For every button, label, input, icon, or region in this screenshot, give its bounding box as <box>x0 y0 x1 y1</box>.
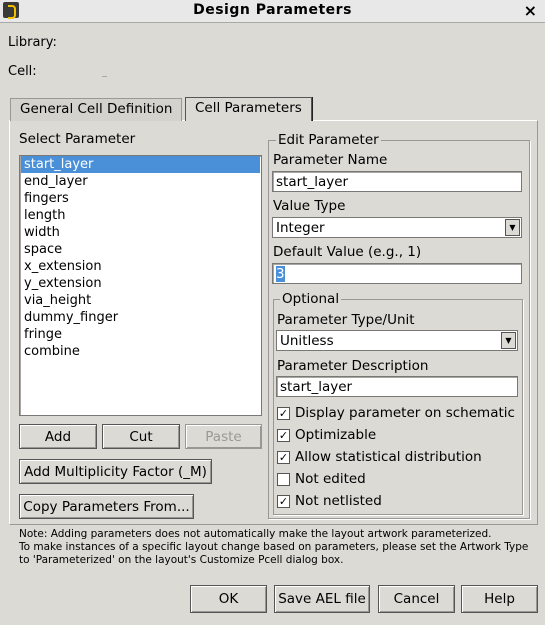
title-bar[interactable]: Design Parameters × <box>0 0 545 23</box>
list-item[interactable]: dummy_finger <box>21 309 260 326</box>
optimizable-checkbox[interactable]: ✓ Optimizable <box>277 427 517 444</box>
list-item[interactable]: length <box>21 207 260 224</box>
note-line: To make instances of a specific layout c… <box>19 541 529 553</box>
add-multiplicity-button[interactable]: Add Multiplicity Factor (_M) <box>19 459 212 484</box>
list-item[interactable]: y_extension <box>21 275 260 292</box>
not-netlisted-checkbox[interactable]: ✓ Not netlisted <box>277 493 517 510</box>
select-parameter-heading: Select Parameter <box>19 131 136 147</box>
value-type-value: Integer <box>276 220 325 236</box>
default-value-text: 3 <box>276 266 285 282</box>
parameter-name-field[interactable]: start_layer <box>272 171 522 192</box>
list-item[interactable]: start_layer <box>21 156 260 173</box>
library-label: Library: <box>8 35 57 50</box>
note-line: to 'Parameterized' on the layout's Custo… <box>19 554 344 566</box>
tab-cell-parameters[interactable]: Cell Parameters <box>185 97 312 121</box>
checkmark-icon[interactable]: ✓ <box>277 495 290 508</box>
paste-button[interactable]: Paste <box>185 424 262 449</box>
cell-label: Cell: <box>8 64 37 79</box>
display-on-schematic-checkbox[interactable]: ✓ Display parameter on schematic <box>277 405 517 422</box>
parameter-description-label: Parameter Description <box>277 358 429 374</box>
list-item[interactable]: via_height <box>21 292 260 309</box>
default-value-label: Default Value (e.g., 1) <box>273 244 422 260</box>
edit-parameter-legend: Edit Parameter <box>276 132 381 148</box>
parameter-description-field[interactable]: start_layer <box>276 376 518 397</box>
note-line: Note: Adding parameters does not automat… <box>19 528 492 540</box>
default-value-field[interactable]: 3 <box>272 263 522 284</box>
cancel-button[interactable]: Cancel <box>378 585 455 613</box>
parameter-list[interactable]: start_layer end_layer fingers length wid… <box>19 155 262 416</box>
not-edited-checkbox[interactable]: Not edited <box>277 471 517 488</box>
checkmark-icon[interactable]: ✓ <box>277 407 290 420</box>
optional-legend: Optional <box>280 291 342 307</box>
list-item[interactable]: x_extension <box>21 258 260 275</box>
copy-parameters-button[interactable]: Copy Parameters From... <box>19 494 194 519</box>
allow-statistical-distribution-checkbox[interactable]: ✓ Allow statistical distribution <box>277 449 517 466</box>
chevron-down-icon[interactable]: ▼ <box>505 219 520 236</box>
chevron-down-icon[interactable]: ▼ <box>501 332 516 349</box>
close-icon[interactable]: × <box>524 1 537 20</box>
list-item[interactable]: fringe <box>21 326 260 343</box>
checkmark-icon[interactable]: ✓ <box>277 451 290 464</box>
parameter-type-unit-value: Unitless <box>280 333 334 349</box>
list-item[interactable]: fingers <box>21 190 260 207</box>
value-type-select[interactable]: Integer ▼ <box>272 217 522 238</box>
add-button[interactable]: Add <box>19 424 97 449</box>
list-item[interactable]: end_layer <box>21 173 260 190</box>
checkbox-label: Not netlisted <box>295 493 382 509</box>
parameter-name-label: Parameter Name <box>273 152 388 168</box>
checkbox-label: Allow statistical distribution <box>295 449 482 465</box>
parameter-type-unit-label: Parameter Type/Unit <box>277 312 415 328</box>
parameter-type-unit-select[interactable]: Unitless ▼ <box>276 330 518 351</box>
cut-button[interactable]: Cut <box>102 424 180 449</box>
checkmark-icon[interactable]: ✓ <box>277 429 290 442</box>
checkbox-label: Display parameter on schematic <box>295 405 515 421</box>
help-button[interactable]: Help <box>461 585 538 613</box>
cell-value-placeholder <box>102 76 107 77</box>
checkbox-empty[interactable] <box>277 473 290 486</box>
list-item[interactable]: combine <box>21 343 260 360</box>
list-item[interactable]: width <box>21 224 260 241</box>
tab-general-cell-definition[interactable]: General Cell Definition <box>10 98 183 121</box>
value-type-label: Value Type <box>273 198 346 214</box>
checkbox-label: Optimizable <box>295 427 377 443</box>
ok-button[interactable]: OK <box>190 585 267 613</box>
window-title: Design Parameters <box>193 2 352 18</box>
save-ael-file-button[interactable]: Save AEL file <box>274 585 370 613</box>
list-item[interactable]: space <box>21 241 260 258</box>
note-text: Note: Adding parameters does not automat… <box>19 528 529 567</box>
checkbox-label: Not edited <box>295 471 366 487</box>
